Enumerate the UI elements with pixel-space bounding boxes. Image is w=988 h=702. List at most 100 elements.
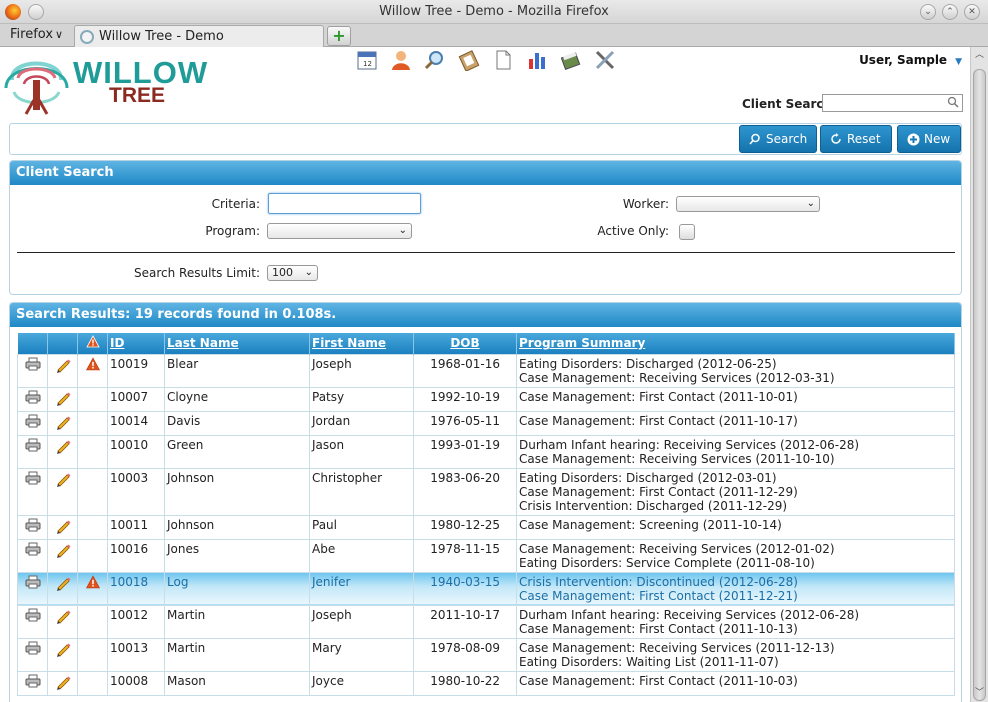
printer-icon[interactable] [25,575,41,592]
program-summary-cell: Case Management: Receiving Services (201… [516,538,955,573]
chart-icon[interactable] [526,49,548,71]
user-menu[interactable]: User, Sample ▼ [859,53,962,67]
pencil-edit-icon[interactable] [55,438,71,457]
scroll-down-icon[interactable]: ﹀ [973,687,986,700]
reset-button[interactable]: Reset [820,125,892,153]
table-row[interactable]: 10007 Cloyne Patsy 1992-10-19 Case Managemen… [17,386,955,412]
edit-cell [47,353,78,388]
search-button[interactable]: Search [739,125,817,153]
book-icon[interactable] [560,49,582,71]
page-scrollbar[interactable]: ︿ ﹀ [970,47,988,702]
program-summary-line: Case Management: Receiving Services (201… [519,640,835,655]
pencil-edit-icon[interactable] [55,608,71,627]
search-magnifier-icon[interactable] [424,49,446,71]
search-limit-select[interactable]: 100 ⌄ [267,265,318,281]
new-button[interactable]: New [897,125,961,153]
first-name-cell: Paul [309,514,414,540]
browser-tab[interactable]: Willow Tree - Demo [74,25,324,47]
print-cell [17,467,48,516]
last-name-cell: Blear [164,353,310,388]
dob-cell: 1992-10-19 [413,386,517,412]
printer-icon[interactable] [25,674,41,691]
table-row[interactable]: 10016 Jones Abe 1978-11-15 Case Management: … [17,538,955,573]
user-icon[interactable] [390,49,412,71]
printer-icon[interactable] [25,542,41,559]
clipboard-icon[interactable] [458,49,480,71]
tools-icon[interactable] [594,49,616,71]
willow-tree-logo-icon [4,61,69,115]
printer-icon[interactable] [25,438,41,455]
pencil-edit-icon[interactable] [55,414,71,433]
print-cell [17,571,48,606]
table-row[interactable]: 10008 Mason Joyce 1980-10-22 Case Management… [17,670,955,696]
print-column-header [17,333,48,354]
alert-cell [77,637,108,672]
warning-icon[interactable] [85,356,101,374]
table-row[interactable]: 10012 Martin Joseph 2011-10-17 Durham Infant… [17,604,955,639]
printer-icon[interactable] [25,518,41,535]
program-summary-line: Crisis Intervention: Discontinued (2012-… [519,574,798,589]
header-client-search-input[interactable] [822,94,963,112]
program-summary-line: Case Management: Receiving Services (201… [519,541,835,556]
printer-icon[interactable] [25,357,41,374]
table-row[interactable]: 10010 Green Jason 1993-01-19 Durham Infant h… [17,434,955,469]
pencil-edit-icon[interactable] [55,542,71,561]
alert-cell [77,538,108,573]
program-summary-cell: Eating Disorders: Discharged (2012-06-25… [516,353,955,388]
browser-tab-title: Willow Tree - Demo [99,29,224,44]
pencil-edit-icon[interactable] [55,674,71,693]
minimize-icon[interactable]: ⌄ [920,4,936,20]
active-only-checkbox[interactable] [679,224,695,240]
table-row[interactable]: 10013 Martin Mary 1978-08-09 Case Management… [17,637,955,672]
id-column-header[interactable]: ID [107,333,165,354]
scrollbar-thumb[interactable] [973,69,986,701]
results-table: ID Last Name First Name DOB Program Summ… [17,333,955,696]
printer-icon[interactable] [25,414,41,431]
pencil-edit-icon[interactable] [55,575,71,594]
program-select[interactable]: ⌄ [267,223,412,239]
printer-icon[interactable] [25,390,41,407]
id-cell: 10011 [107,514,165,540]
firefox-menu-button[interactable]: Firefox ∨ [10,27,63,42]
program-summary-cell: Eating Disorders: Discharged (2012-03-01… [516,467,955,516]
scroll-up-icon[interactable]: ︿ [973,49,986,62]
table-row[interactable]: 10019 Blear Joseph 1968-01-16 Eating Disorde… [17,353,955,388]
pencil-edit-icon[interactable] [55,390,71,409]
dob-column-header[interactable]: DOB [413,333,517,354]
dob-cell: 1993-01-19 [413,434,517,469]
window-title: Willow Tree - Demo - Mozilla Firefox [379,4,609,19]
close-icon[interactable]: ✕ [964,4,980,20]
id-cell: 10012 [107,604,165,639]
table-row[interactable]: 10011 Johnson Paul 1980-12-25 Case Managemen… [17,514,955,540]
pencil-edit-icon[interactable] [55,518,71,537]
program-summary-line: Eating Disorders: Discharged (2012-06-25… [519,356,777,371]
pencil-edit-icon[interactable] [55,471,71,490]
printer-icon[interactable] [25,641,41,658]
program-summary-column-header[interactable]: Program Summary [516,333,955,354]
calendar-icon[interactable]: 12 [356,49,378,71]
pencil-edit-icon[interactable] [55,641,71,660]
search-icon[interactable] [947,96,959,108]
program-summary-line: Case Management: First Contact (2011-12-… [519,484,798,499]
criteria-input[interactable] [268,193,421,214]
worker-select[interactable]: ⌄ [676,196,820,212]
edit-cell [47,670,78,696]
program-summary-line: Case Management: First Contact (2011-10-… [519,673,798,688]
alert-cell [77,386,108,412]
first-name-cell: Christopher [309,467,414,516]
warning-icon[interactable] [85,574,101,592]
printer-icon[interactable] [25,608,41,625]
table-row[interactable]: 10014 Davis Jordan 1976-05-11 Case Managemen… [17,410,955,436]
printer-icon[interactable] [25,471,41,488]
first-name-cell: Abe [309,538,414,573]
criteria-label: Criteria: [211,197,260,211]
new-tab-button[interactable]: + [327,26,351,46]
table-row[interactable]: 10018 Log Jenifer 1940-03-15 Crisis Interven… [17,571,955,606]
table-row[interactable]: 10003 Johnson Christopher 1983-06-20 Eating … [17,467,955,516]
maximize-icon[interactable]: ⌃ [942,4,958,20]
print-cell [17,514,48,540]
last-name-column-header[interactable]: Last Name [164,333,310,354]
document-icon[interactable] [492,49,514,71]
pencil-edit-icon[interactable] [55,357,71,376]
first-name-column-header[interactable]: First Name [309,333,414,354]
